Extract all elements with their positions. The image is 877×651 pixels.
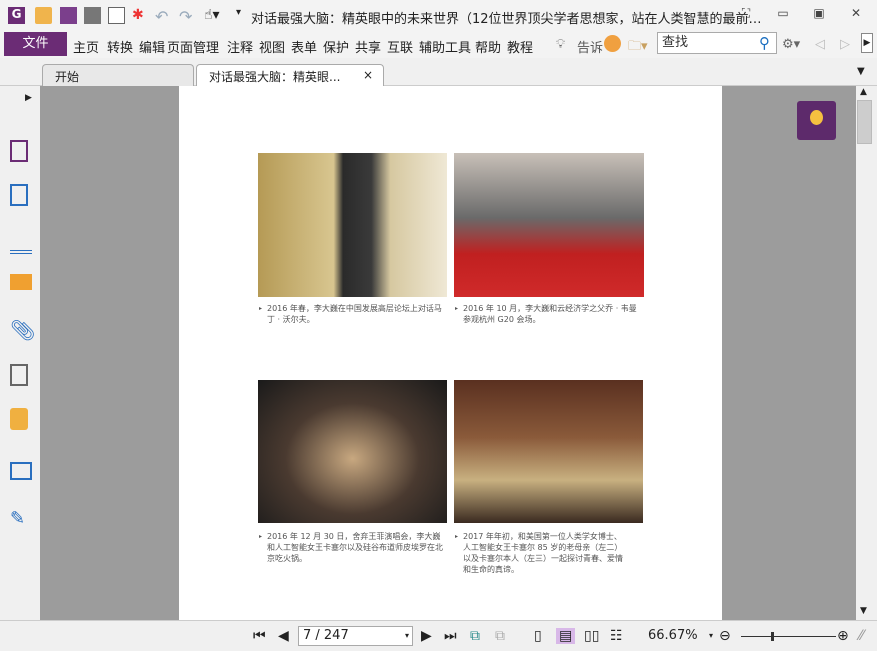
search-icon[interactable]: ⚲ <box>759 34 770 52</box>
resize-grip-icon[interactable]: ⁄⁄ <box>859 628 864 644</box>
next-view-icon[interactable]: ⧉ <box>495 628 505 644</box>
expand-panel-icon[interactable]: ▶ <box>25 93 32 103</box>
tab-close-icon[interactable]: × <box>363 68 373 82</box>
tab-label: 对话最强大脑：精英眼... <box>209 70 341 84</box>
tab-list-dropdown-icon[interactable]: ▼ <box>857 66 865 77</box>
caption-1: 2016 年春，李大巍在中国发展高层论坛上对话马丁 · 沃尔夫。 <box>259 303 447 325</box>
new-document-icon[interactable]: ✱ <box>132 7 149 24</box>
photo-hotpot <box>258 380 447 523</box>
caption-2: 2016 年 10 月，李大巍和云经济学之父乔 · 韦曼参观杭州 G20 会场。 <box>455 303 643 325</box>
last-page-icon[interactable]: ⏭ <box>444 628 457 644</box>
menu-bar: 文件 主页 转换 编辑 页面管理 注释 视图 表单 保护 共享 互联 辅助工具 … <box>0 31 877 58</box>
tell-me[interactable]: 告诉 <box>577 37 603 56</box>
layers-icon[interactable] <box>10 232 32 254</box>
menu-edit[interactable]: 编辑 <box>139 37 165 56</box>
scroll-down-icon[interactable]: ▼ <box>860 606 867 616</box>
feedback-heart-icon[interactable] <box>604 35 621 52</box>
ribbon-expand-icon[interactable]: ▶ <box>861 33 873 53</box>
signature-icon[interactable] <box>10 364 28 386</box>
page-number-input[interactable]: 7 / 247 ▾ <box>298 626 413 646</box>
zoom-dropdown-icon[interactable]: ▾ <box>709 631 713 640</box>
menu-connect[interactable]: 互联 <box>387 37 413 56</box>
comments-icon[interactable] <box>10 274 32 290</box>
window-title: 对话最强大脑：精英眼中的未来世界（12位世界顶尖学者思想家，站在人类智慧的最前… <box>251 12 762 27</box>
attachment-icon[interactable]: 📎︎ <box>10 318 35 342</box>
next-page-icon[interactable]: ▶ <box>421 628 432 644</box>
zoom-out-icon[interactable]: ⊖ <box>719 628 731 644</box>
page-number: 7 / 247 <box>303 628 349 643</box>
page-dropdown-icon[interactable]: ▾ <box>405 627 409 645</box>
settings-gear-icon[interactable]: ⚙▾ <box>782 37 800 52</box>
zoom-in-icon[interactable]: ⊕ <box>837 628 849 644</box>
menu-convert[interactable]: 转换 <box>107 37 133 56</box>
prev-page-icon[interactable]: ◀ <box>278 628 289 644</box>
undo-icon[interactable]: ↶ <box>155 7 172 26</box>
continuous-page-icon[interactable]: ▤ <box>556 628 576 644</box>
zoom-slider[interactable] <box>741 632 836 641</box>
menu-comment[interactable]: 注释 <box>227 37 253 56</box>
scroll-thumb[interactable] <box>857 100 872 144</box>
zoom-slider-thumb[interactable] <box>771 632 774 641</box>
title-bar: G ✱ ↶ ↷ ☝▾ ▾ 对话最强大脑：精英眼中的未来世界（12位世界顶尖学者思… <box>0 0 877 31</box>
nav-back-icon[interactable]: ◁ <box>815 37 825 52</box>
pages-icon[interactable] <box>10 184 28 206</box>
save-icon[interactable] <box>60 7 77 24</box>
print-icon[interactable] <box>84 7 101 24</box>
tab-bar: 开始 对话最强大脑：精英眼... × ▼ <box>0 58 877 86</box>
facing-pages-icon[interactable]: ▯▯ <box>584 628 599 644</box>
first-page-icon[interactable]: ⏮ <box>253 628 266 644</box>
continuous-facing-icon[interactable]: ☷ <box>610 628 623 644</box>
minimize-button[interactable]: ▭ <box>772 6 794 24</box>
single-page-icon[interactable]: ▯ <box>534 628 542 644</box>
lightbulb-icon <box>810 110 823 125</box>
tips-lightbulb-button[interactable] <box>797 101 836 140</box>
caption-3: 2016 年 12 月 30 日，舍弃王菲演唱会，李大巍和人工智能女王卡塞尔以及… <box>259 531 447 564</box>
fullscreen-icon[interactable]: ⛶ <box>735 6 757 24</box>
security-lock-icon[interactable] <box>10 408 28 430</box>
redo-icon[interactable]: ↷ <box>179 7 196 26</box>
menu-page-management[interactable]: 页面管理 <box>167 37 219 56</box>
tab-label: 开始 <box>55 70 80 84</box>
properties-icon[interactable] <box>108 7 125 24</box>
zoom-level[interactable]: 66.67% <box>648 628 698 643</box>
left-panel: ▶ 📎︎ ✎ <box>0 86 40 620</box>
scroll-up-icon[interactable]: ▲ <box>860 87 867 97</box>
hand-tool-icon[interactable]: ☝▾ <box>204 7 234 24</box>
page-thumbnail-icon[interactable] <box>10 140 28 162</box>
menu-accessibility[interactable]: 辅助工具 <box>419 37 471 56</box>
photo-forum <box>258 153 447 297</box>
photo-dinner <box>454 380 643 523</box>
lightbulb-icon[interactable]: 💡︎ <box>556 37 565 52</box>
close-button[interactable]: ✕ <box>845 6 867 24</box>
tab-start[interactable]: 开始 <box>42 64 194 86</box>
menu-file[interactable]: 文件 <box>4 32 67 56</box>
open-folder-icon[interactable] <box>35 7 52 24</box>
app-logo-icon: G <box>8 7 25 24</box>
tab-document[interactable]: 对话最强大脑：精英眼... × <box>196 64 384 86</box>
certificate-icon[interactable]: ✎ <box>10 508 32 530</box>
nav-forward-icon[interactable]: ▷ <box>840 37 850 52</box>
menu-tutorial[interactable]: 教程 <box>507 37 533 56</box>
menu-help[interactable]: 帮助 <box>475 37 501 56</box>
form-fields-icon[interactable] <box>10 462 32 480</box>
menu-protect[interactable]: 保护 <box>323 37 349 56</box>
menu-view[interactable]: 视图 <box>259 37 285 56</box>
menu-form[interactable]: 表单 <box>291 37 317 56</box>
menu-home[interactable]: 主页 <box>73 37 99 56</box>
status-bar: ⏮ ◀ 7 / 247 ▾ ▶ ⏭ ⧉ ⧉ ▯ ▤ ▯▯ ☷ 66.67% ▾ ⊖… <box>0 620 877 651</box>
vertical-scrollbar[interactable]: ▲ ▼ <box>856 86 873 620</box>
menu-share[interactable]: 共享 <box>355 37 381 56</box>
maximize-button[interactable]: ▣ <box>808 6 830 24</box>
previous-view-icon[interactable]: ⧉ <box>470 628 480 644</box>
caption-4: 2017 年年初，和美国第一位人类学女博士、人工智能女王卡塞尔 85 岁的老母亲… <box>455 531 623 575</box>
find-folder-icon[interactable]: 🗀▾ <box>628 37 648 59</box>
photo-g20 <box>454 153 644 297</box>
